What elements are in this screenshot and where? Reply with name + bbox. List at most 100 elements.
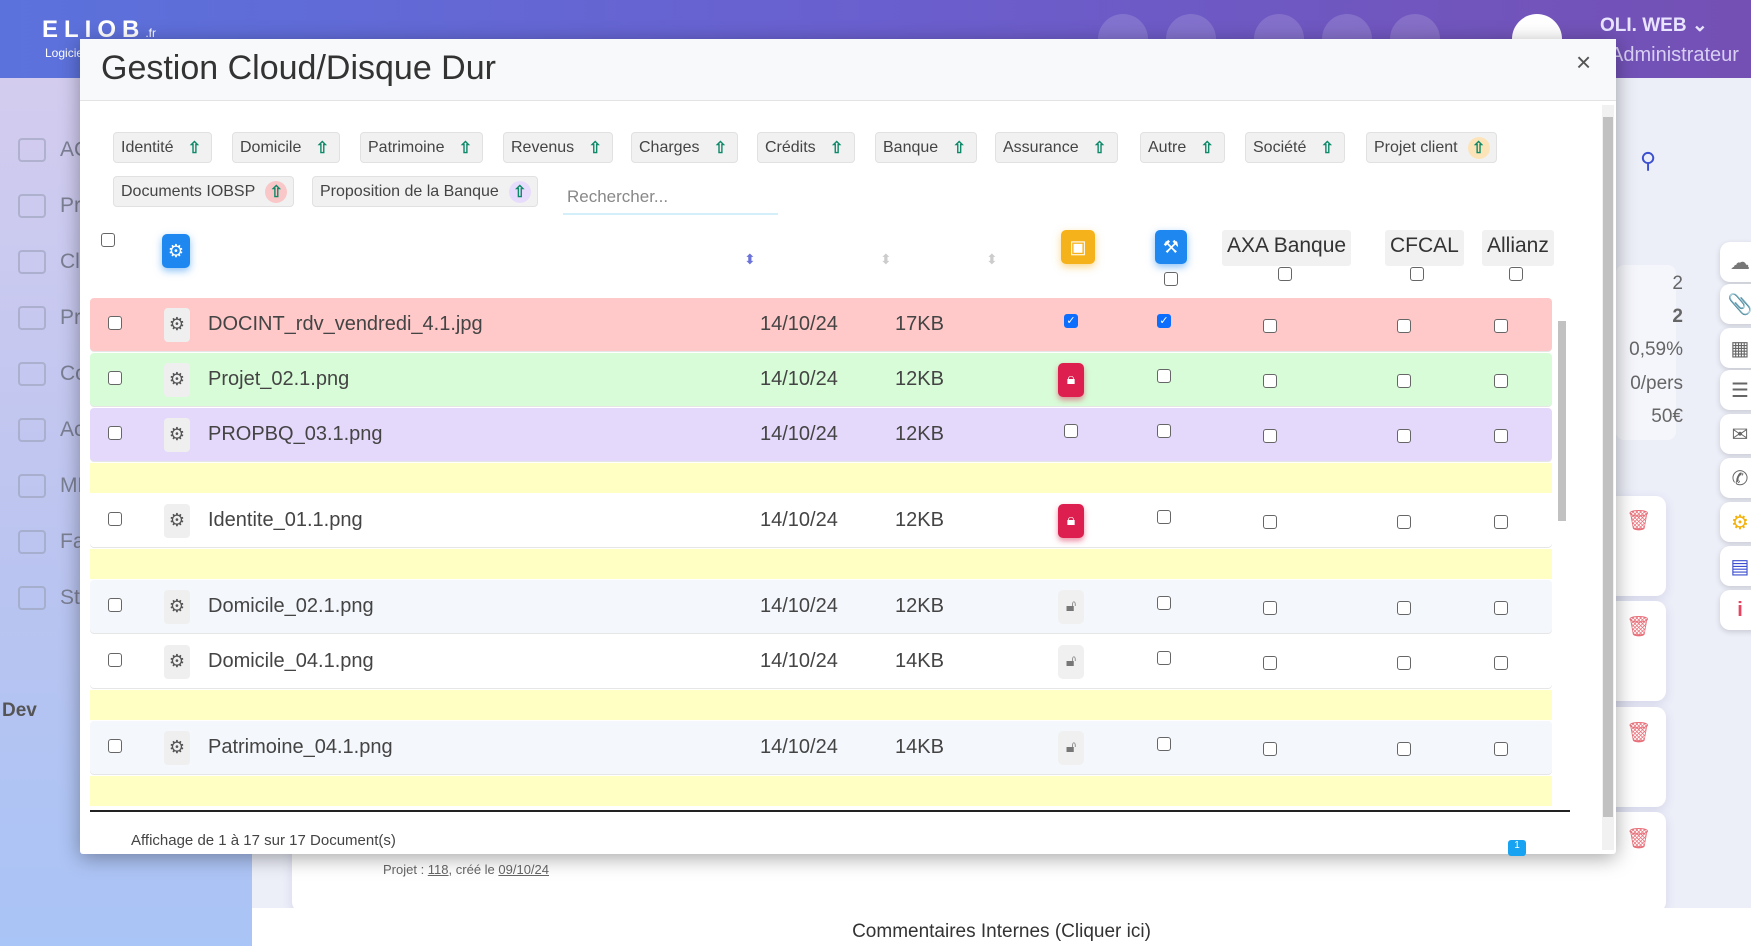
file-name[interactable]: Domicile_02.1.png — [208, 595, 374, 618]
cfcal-checkbox[interactable] — [1397, 318, 1411, 333]
axa-checkbox[interactable] — [1263, 600, 1277, 615]
allianz-checkbox[interactable] — [1494, 741, 1508, 756]
upload-tag-4[interactable]: Charges ⇧ — [631, 132, 739, 163]
table-row[interactable]: ⚙ Identite_01.1.png 14/10/24 12KB 🔒︎ — [90, 494, 1552, 547]
info-icon[interactable]: i — [1720, 590, 1751, 630]
gear-icon[interactable]: ⚙ — [164, 730, 190, 765]
axa-checkbox[interactable] — [1263, 373, 1277, 388]
trash-icon[interactable]: 🗑 — [1626, 614, 1651, 639]
hammer-checkbox[interactable] — [1157, 368, 1171, 383]
column-checkbox[interactable] — [1509, 267, 1523, 281]
cfcal-checkbox[interactable] — [1397, 428, 1411, 443]
hammer-checkbox[interactable] — [1157, 595, 1171, 610]
axa-checkbox[interactable] — [1263, 428, 1277, 443]
cfcal-checkbox[interactable] — [1397, 741, 1411, 756]
upload-icon[interactable]: ⇧ — [584, 137, 606, 159]
table-scrollbar[interactable] — [1556, 307, 1568, 810]
lock-checkbox[interactable]: ✓ — [1064, 313, 1078, 328]
paperclip-icon[interactable]: 📎 — [1720, 284, 1751, 324]
cfcal-checkbox[interactable] — [1397, 373, 1411, 388]
sort-date-icon[interactable]: ⬍ — [744, 251, 756, 268]
trash-icon[interactable]: 🗑 — [1626, 720, 1651, 745]
upload-icon[interactable]: ⇧ — [183, 137, 205, 159]
row-checkbox[interactable] — [108, 425, 122, 440]
table-row[interactable]: ⚙ PROPBQ_03.1.png 14/10/24 12KB — [90, 408, 1552, 461]
hammer-checkbox[interactable] — [1157, 423, 1171, 438]
row-checkbox[interactable] — [108, 315, 122, 330]
project-link[interactable]: 118 — [428, 862, 449, 877]
row-checkbox[interactable] — [108, 511, 122, 526]
settings-gear-icon[interactable]: ⚙ — [162, 234, 190, 268]
gear-icon[interactable]: ⚙ — [164, 307, 190, 342]
allianz-checkbox[interactable] — [1494, 318, 1508, 333]
table-row[interactable]: ⚙ Domicile_04.1.png 14/10/24 14KB 🔓︎ — [90, 635, 1552, 688]
lock-icon[interactable]: 🔒︎ — [1058, 503, 1084, 538]
unlock-icon[interactable]: 🔓︎ — [1058, 589, 1084, 624]
lock-checkbox[interactable] — [1064, 423, 1078, 438]
gear-icon[interactable]: ⚙ — [164, 503, 190, 538]
sort-icon[interactable]: ⬍ — [986, 251, 998, 268]
allianz-checkbox[interactable] — [1494, 428, 1508, 443]
calculator-icon[interactable]: ▤ — [1720, 546, 1751, 586]
upload-icon[interactable]: ⇧ — [265, 180, 288, 203]
unlock-icon[interactable]: 🔓︎ — [1058, 730, 1084, 765]
gear-icon[interactable]: ⚙ — [164, 417, 190, 452]
search-input[interactable]: Rechercher... — [563, 179, 778, 215]
upload-icon[interactable]: ⇧ — [826, 137, 848, 159]
row-checkbox[interactable] — [108, 652, 122, 667]
cfcal-checkbox[interactable] — [1397, 514, 1411, 529]
gear-icon[interactable]: ⚙ — [164, 589, 190, 624]
row-checkbox[interactable] — [108, 738, 122, 753]
search-icon[interactable]: ⚲ — [1640, 148, 1656, 174]
file-name[interactable]: Patrimoine_04.1.png — [208, 736, 393, 759]
upload-tag-1[interactable]: Domicile ⇧ — [232, 132, 341, 163]
gear-icon[interactable]: ⚙ — [164, 362, 190, 397]
file-name[interactable]: Projet_02.1.png — [208, 368, 349, 391]
upload-tag-5[interactable]: Crédits ⇧ — [757, 132, 855, 163]
allianz-checkbox[interactable] — [1494, 373, 1508, 388]
upload-tag-9[interactable]: Société ⇧ — [1245, 132, 1346, 163]
upload-tag-11[interactable]: Documents IOBSP ⇧ — [113, 176, 295, 207]
hammer-checkbox[interactable]: ✓ — [1157, 313, 1171, 328]
modal-scrollbar[interactable] — [1602, 105, 1614, 850]
checklist-icon[interactable]: ☰ — [1720, 370, 1751, 410]
row-checkbox[interactable] — [108, 597, 122, 612]
sidebar-dev[interactable]: Dev — [2, 700, 37, 722]
upload-icon[interactable]: ⇧ — [508, 180, 531, 203]
upload-tag-0[interactable]: Identité ⇧ — [113, 132, 213, 163]
gear-icon[interactable]: ⚙ — [1720, 502, 1751, 542]
axa-checkbox[interactable] — [1263, 741, 1277, 756]
trash-icon[interactable]: 🗑 — [1626, 508, 1651, 533]
axa-checkbox[interactable] — [1263, 318, 1277, 333]
upload-tag-3[interactable]: Revenus ⇧ — [503, 132, 614, 163]
project-date[interactable]: 09/10/24 — [498, 862, 549, 877]
hammer-checkbox[interactable] — [1157, 650, 1171, 665]
unlock-icon[interactable]: 🔓︎ — [1058, 644, 1084, 679]
trash-icon[interactable]: 🗑 — [1626, 826, 1651, 851]
column-checkbox[interactable] — [1164, 272, 1178, 286]
allianz-checkbox[interactable] — [1494, 514, 1508, 529]
upload-icon[interactable]: ⇧ — [948, 137, 970, 159]
file-name[interactable]: DOCINT_rdv_vendredi_4.1.jpg — [208, 313, 483, 336]
upload-icon[interactable]: ⇧ — [709, 137, 731, 159]
upload-tag-8[interactable]: Autre ⇧ — [1140, 132, 1226, 163]
file-name[interactable]: Domicile_04.1.png — [208, 650, 374, 673]
hammer-icon[interactable]: ⚒ — [1155, 230, 1187, 264]
table-row[interactable]: ⚙ Domicile_02.1.png 14/10/24 12KB 🔓︎ — [90, 580, 1552, 633]
user-menu[interactable]: OLI. WEB ⌄ — [1600, 14, 1708, 37]
phone-icon[interactable]: ✆ — [1720, 458, 1751, 498]
upload-icon[interactable]: ⇧ — [311, 137, 333, 159]
upload-tag-10[interactable]: Projet client ⇧ — [1366, 132, 1497, 163]
upload-icon[interactable]: ⇧ — [1089, 137, 1111, 159]
upload-tag-6[interactable]: Banque ⇧ — [875, 132, 978, 163]
upload-icon[interactable]: ⇧ — [1196, 137, 1218, 159]
file-name[interactable]: PROPBQ_03.1.png — [208, 423, 383, 446]
hammer-checkbox[interactable] — [1157, 736, 1171, 751]
close-button[interactable]: × — [1576, 47, 1591, 78]
upload-icon[interactable]: ⇧ — [1316, 137, 1338, 159]
table-row[interactable]: ⚙ DOCINT_rdv_vendredi_4.1.jpg 14/10/24 17KB… — [90, 298, 1552, 351]
allianz-checkbox[interactable] — [1494, 600, 1508, 615]
column-checkbox[interactable] — [1410, 267, 1424, 281]
file-name[interactable]: Identite_01.1.png — [208, 509, 363, 532]
table-row[interactable]: ⚙ Projet_02.1.png 14/10/24 12KB 🔒︎ — [90, 353, 1552, 406]
